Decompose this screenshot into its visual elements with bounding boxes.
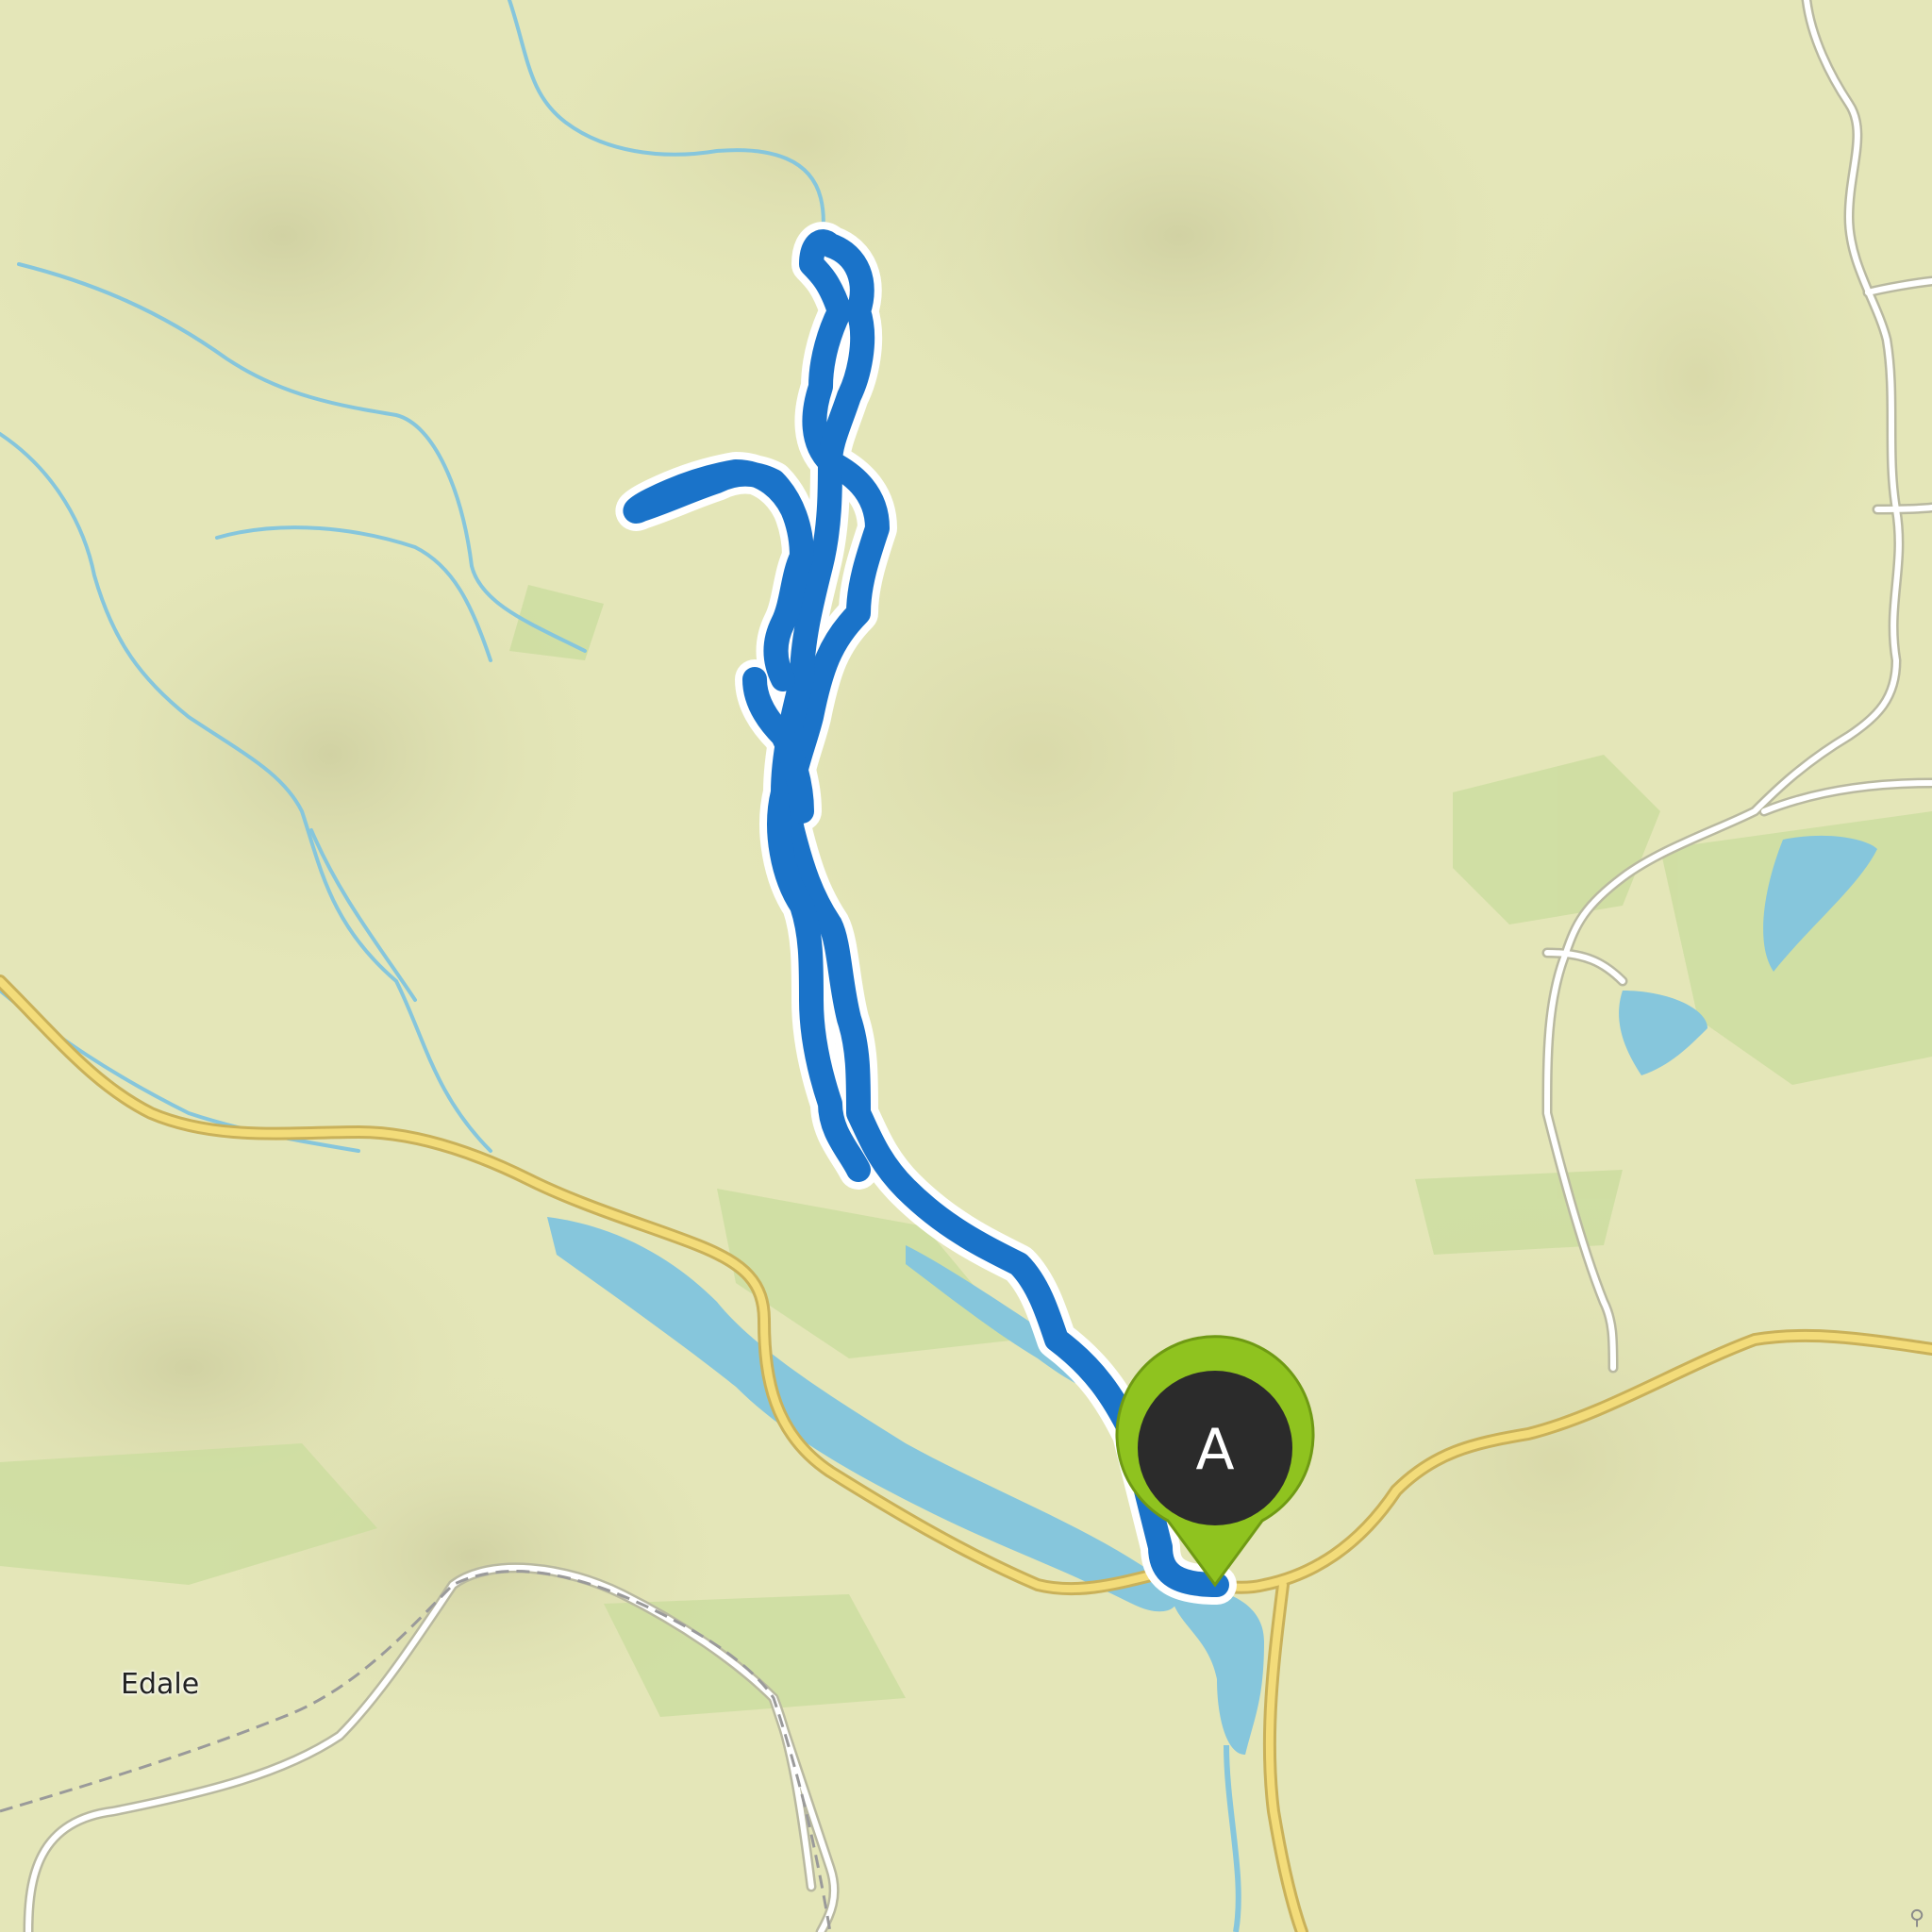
map-canvas[interactable]: A ⚲ — [0, 0, 1932, 1932]
start-marker-label: A — [1195, 1417, 1234, 1483]
map-view[interactable]: A ⚲ Edale — [0, 0, 1932, 1932]
place-label-edale: Edale — [121, 1668, 200, 1701]
compass-icon: ⚲ — [1909, 1907, 1924, 1930]
